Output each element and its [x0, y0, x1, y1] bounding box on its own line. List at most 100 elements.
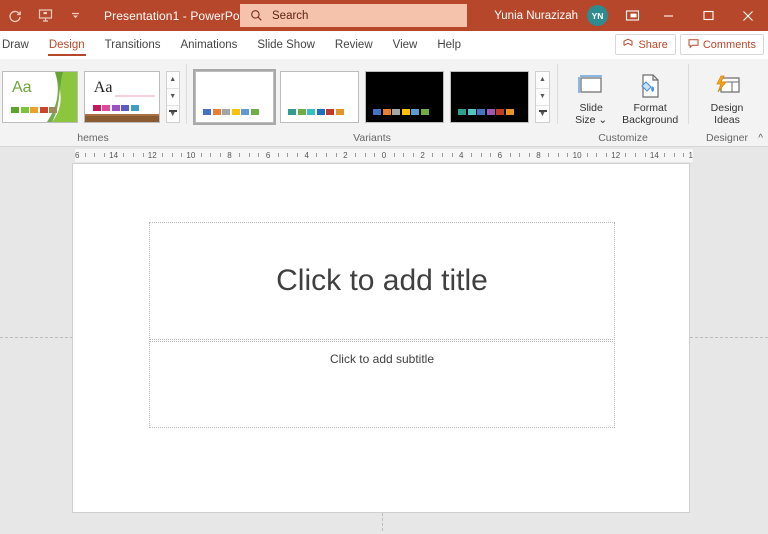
ruler-label: 16	[688, 150, 693, 160]
slide-surface[interactable]: Click to add title Click to add subtitle	[72, 163, 690, 513]
subtitle-placeholder[interactable]: Click to add subtitle	[149, 341, 615, 428]
ruler-label: 10	[186, 150, 196, 160]
close-button[interactable]	[728, 0, 768, 31]
ruler-tick	[374, 152, 376, 157]
ruler-tick	[181, 152, 183, 157]
title-bar: Presentation1 - PowerPoint Search Yunia …	[0, 0, 768, 31]
horizontal-ruler[interactable]: 16 14 12 10 8 6 4 2 0 2 4 6 8 10 12 14 16	[0, 147, 768, 163]
ruler-tick	[326, 152, 328, 157]
collapse-ribbon-chevron-icon[interactable]: ^	[758, 133, 763, 144]
scroll-up-icon[interactable]: ▲	[536, 72, 549, 89]
tab-view[interactable]: View	[383, 31, 428, 59]
more-variants-icon[interactable]: ▼	[536, 106, 549, 122]
scroll-down-icon[interactable]: ▼	[166, 89, 179, 106]
comments-button[interactable]: Comments	[679, 34, 764, 55]
ruler-label: 2	[343, 150, 348, 160]
avatar[interactable]: YN	[587, 5, 608, 26]
ruler-tick	[519, 152, 521, 157]
variant-swatch-row	[458, 108, 514, 115]
scroll-up-icon[interactable]: ▲	[166, 72, 179, 89]
ruler-tick	[557, 152, 559, 157]
variant-swatch-row	[373, 108, 429, 115]
minimize-button[interactable]	[648, 0, 688, 31]
slide-size-button[interactable]: Slide Size ⌄	[564, 65, 618, 129]
theme-swatch-row	[11, 106, 57, 113]
redo-icon[interactable]	[0, 0, 30, 31]
ruler-label: 14	[649, 150, 659, 160]
ruler-label: 10	[572, 150, 582, 160]
user-name: Yunia Nurazizah	[494, 9, 578, 22]
ruler-tick	[277, 152, 279, 157]
more-themes-icon[interactable]: ▼	[167, 106, 179, 122]
ribbon-display-options-icon[interactable]	[616, 0, 648, 31]
ruler-tick	[200, 152, 202, 157]
ruler-tick	[490, 152, 492, 157]
ruler-tick	[441, 152, 443, 157]
theme-swatch-row	[92, 104, 139, 111]
title-placeholder-text: Click to add title	[276, 264, 488, 297]
ruler-tick	[364, 152, 366, 157]
variant-2[interactable]	[280, 70, 359, 123]
tab-strip-actions: Share Comments	[615, 34, 764, 55]
ruler-tick	[412, 152, 414, 157]
search-box[interactable]: Search	[240, 4, 467, 27]
subtitle-placeholder-text: Click to add subtitle	[329, 352, 435, 366]
variant-swatch-row	[288, 108, 344, 115]
tab-label: Design	[48, 39, 85, 51]
tab-help[interactable]: Help	[427, 31, 471, 59]
ribbon-tab-strip: Draw Design Transitions Animations Slide…	[0, 31, 768, 59]
variant-3[interactable]	[365, 70, 444, 123]
ruler-tick	[596, 152, 598, 157]
format-background-icon	[636, 69, 664, 99]
window-controls	[648, 0, 768, 31]
ruler-tick	[528, 152, 530, 157]
tab-review[interactable]: Review	[325, 31, 383, 59]
customize-quick-access-chevron-icon[interactable]	[60, 0, 90, 31]
tab-animations[interactable]: Animations	[170, 31, 247, 59]
variant-1[interactable]	[193, 68, 276, 125]
tab-label: Help	[437, 39, 462, 51]
ruler-tick	[355, 152, 357, 157]
ribbon-group-designer: Design Ideas Designer	[689, 59, 765, 146]
account-area[interactable]: Yunia Nurazizah YN	[494, 0, 608, 31]
ribbon-group-variants: ▲ ▼ ▼ Variants	[187, 59, 557, 146]
ruler-scale: 16 14 12 10 8 6 4 2 0 2 4 6 8 10 12 14 16	[75, 148, 693, 162]
ruler-tick	[161, 152, 163, 157]
tab-label: View	[392, 39, 418, 51]
ruler-tick	[210, 152, 212, 157]
tab-design[interactable]: Design	[39, 31, 95, 59]
variant-4[interactable]	[450, 70, 529, 123]
theme-facet[interactable]: Aa	[2, 70, 78, 123]
tab-label: Slide Show	[257, 39, 315, 51]
variants-group-label: Variants	[353, 131, 391, 144]
tab-slide-show[interactable]: Slide Show	[247, 31, 325, 59]
ruler-tick	[509, 152, 511, 157]
ruler-tick	[625, 152, 627, 157]
search-icon	[250, 9, 263, 22]
share-icon	[623, 38, 634, 52]
design-ideas-button[interactable]: Design Ideas	[698, 65, 756, 129]
theme-wood-type[interactable]: Aa	[83, 70, 160, 123]
ruler-tick	[606, 152, 608, 157]
format-background-button[interactable]: Format Background	[618, 65, 682, 129]
ruler-tick	[132, 152, 134, 157]
tab-transitions[interactable]: Transitions	[95, 31, 171, 59]
ruler-tick	[123, 152, 125, 157]
ruler-tick	[248, 152, 250, 157]
ruler-tick	[635, 152, 637, 157]
ruler-label: 0	[381, 150, 387, 160]
title-placeholder[interactable]: Click to add title	[149, 222, 615, 340]
comment-icon	[688, 38, 699, 52]
ruler-tick	[219, 152, 221, 157]
customize-group-label: Customize	[598, 131, 648, 144]
share-button[interactable]: Share	[615, 34, 676, 55]
ruler-label: 12	[611, 150, 621, 160]
ruler-tick	[335, 152, 337, 157]
maximize-button[interactable]	[688, 0, 728, 31]
tab-draw[interactable]: Draw	[0, 31, 39, 59]
present-icon[interactable]	[30, 0, 60, 31]
tab-label: Draw	[2, 39, 29, 51]
scroll-down-icon[interactable]: ▼	[536, 89, 549, 106]
ruler-label: 16	[75, 150, 80, 160]
ribbon: Aa Aa ▲ ▼ ▼ hemes ▲ ▼ ▼ Variants Slide S…	[0, 59, 768, 147]
